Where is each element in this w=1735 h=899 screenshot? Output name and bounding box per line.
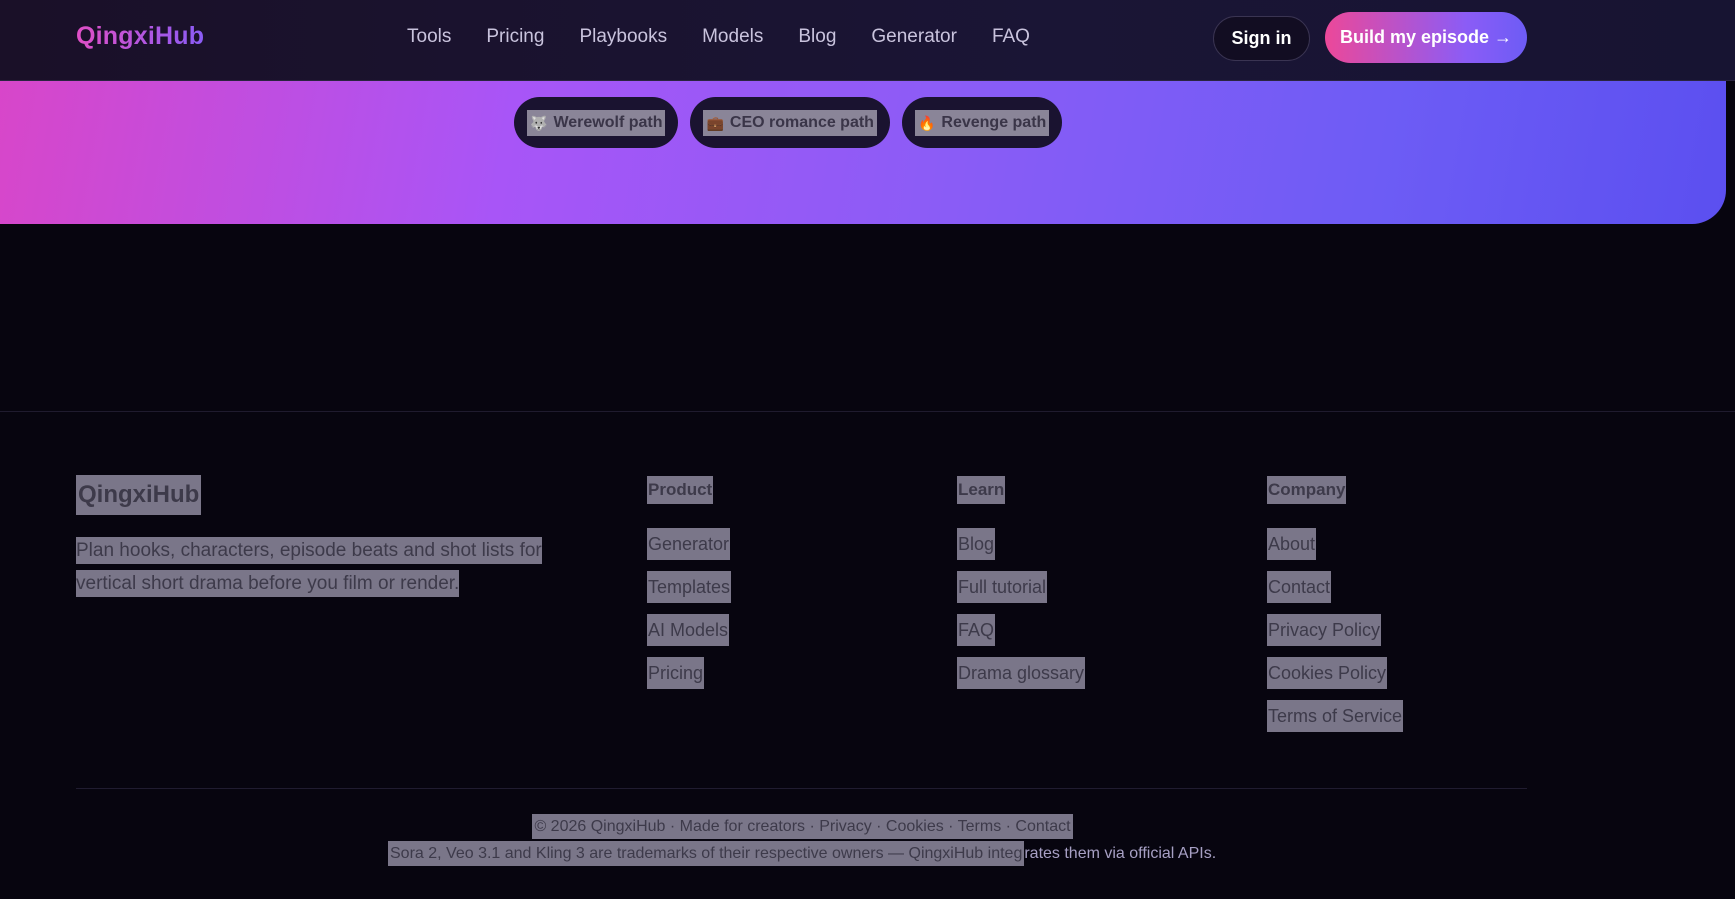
- footer-description: Plan hooks, characters, episode beats an…: [76, 534, 566, 600]
- trademark-part-1: Sora 2, Veo 3.1 and Kling 3 are trademar…: [388, 841, 1025, 866]
- briefcase-icon: 💼: [706, 114, 724, 131]
- nav-generator[interactable]: Generator: [871, 26, 957, 48]
- revenge-path-button[interactable]: 🔥 Revenge path: [901, 97, 1063, 148]
- footer-link-about[interactable]: About: [1267, 528, 1317, 560]
- legal-line: © 2026 QingxiHub · Made for creators · P…: [0, 814, 1605, 839]
- page: QingxiHub Tools Pricing Playbooks Models…: [0, 0, 1735, 899]
- footer-link-contact[interactable]: Contact: [1267, 571, 1332, 603]
- path-label: Revenge path: [941, 113, 1047, 131]
- werewolf-path-button[interactable]: 🐺 Werewolf path: [514, 97, 679, 148]
- footer-link-terms-of-service[interactable]: Terms of Service: [1267, 700, 1404, 732]
- wolf-icon: 🐺: [530, 114, 548, 131]
- trademark-part-2: rates them via official APIs.: [1024, 845, 1217, 862]
- footer-column-title: Learn: [957, 476, 1006, 504]
- footer-link-faq[interactable]: FAQ: [957, 614, 996, 646]
- footer-column-learn: Learn Blog Full tutorial FAQ Drama gloss…: [957, 476, 1086, 700]
- nav-pricing[interactable]: Pricing: [486, 26, 544, 48]
- footer-link-blog[interactable]: Blog: [957, 528, 996, 560]
- sign-in-button[interactable]: Sign in: [1213, 16, 1310, 61]
- footer-link-pricing[interactable]: Pricing: [647, 657, 705, 689]
- footer-link-generator[interactable]: Generator: [647, 528, 731, 560]
- footer-link-cookies-policy[interactable]: Cookies Policy: [1267, 657, 1388, 689]
- nav-models[interactable]: Models: [702, 26, 763, 48]
- nav-playbooks[interactable]: Playbooks: [579, 26, 667, 48]
- main-nav: Tools Pricing Playbooks Models Blog Gene…: [407, 26, 1065, 48]
- footer-divider: [0, 411, 1735, 412]
- nav-tools[interactable]: Tools: [407, 26, 451, 48]
- path-pills: 🐺 Werewolf path 💼 CEO romance path 🔥 Rev…: [514, 97, 1063, 148]
- build-episode-button[interactable]: Build my episode →: [1325, 12, 1527, 63]
- footer-column-company: Company About Contact Privacy Policy Coo…: [1267, 476, 1404, 743]
- footer-link-ai-models[interactable]: AI Models: [647, 614, 730, 646]
- path-label: Werewolf path: [553, 113, 663, 131]
- nav-blog[interactable]: Blog: [798, 26, 836, 48]
- footer-brand: QingxiHub: [76, 475, 202, 515]
- logo[interactable]: QingxiHub: [76, 22, 204, 51]
- footer-bottom-divider: [76, 788, 1527, 789]
- footer-link-privacy-policy[interactable]: Privacy Policy: [1267, 614, 1382, 646]
- footer-link-templates[interactable]: Templates: [647, 571, 732, 603]
- trademark-notice: Sora 2, Veo 3.1 and Kling 3 are trademar…: [388, 841, 1217, 866]
- footer-link-drama-glossary[interactable]: Drama glossary: [957, 657, 1086, 689]
- path-label: CEO romance path: [729, 113, 874, 131]
- footer-column-product: Product Generator Templates AI Models Pr…: [647, 476, 732, 700]
- ceo-romance-path-button[interactable]: 💼 CEO romance path: [690, 97, 890, 148]
- footer-column-title: Product: [647, 476, 714, 504]
- footer-column-title: Company: [1267, 476, 1347, 504]
- footer-link-full-tutorial[interactable]: Full tutorial: [957, 571, 1048, 603]
- fire-icon: 🔥: [917, 114, 936, 131]
- footer-brand-name[interactable]: QingxiHub: [76, 475, 202, 515]
- site-header: QingxiHub Tools Pricing Playbooks Models…: [0, 0, 1735, 81]
- nav-faq[interactable]: FAQ: [992, 26, 1030, 48]
